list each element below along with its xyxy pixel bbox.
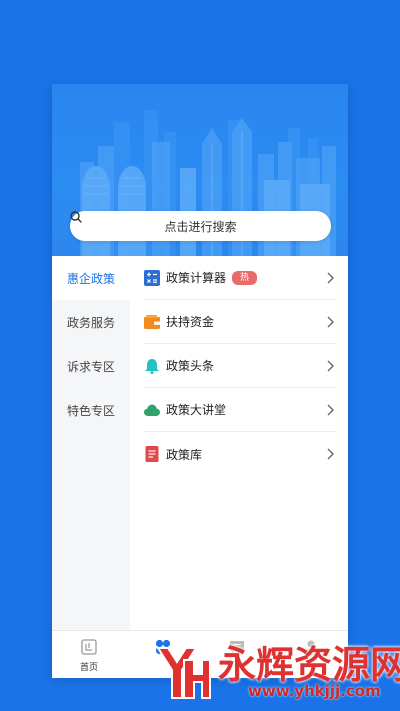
- watermark-logo: [156, 647, 211, 699]
- category-sidebar: 惠企政策 政务服务 诉求专区 特色专区: [52, 256, 130, 630]
- sidebar-item-featured[interactable]: 特色专区: [52, 388, 130, 432]
- home-icon: [81, 639, 97, 655]
- search-icon: [70, 211, 82, 223]
- tab-label: 首页: [79, 663, 98, 673]
- sidebar-item-label: 政务服务: [66, 315, 115, 330]
- chevron-right-icon: [327, 316, 334, 328]
- sidebar-item-label: 诉求专区: [66, 359, 115, 374]
- chevron-right-icon: [327, 404, 334, 416]
- list-item-support-funds[interactable]: 扶持资金: [144, 300, 336, 344]
- list-item-policy-library[interactable]: 政策库: [144, 432, 336, 476]
- app-screen: 点击进行搜索 惠企政策 政务服务 诉求专区 特色专区 政策计算器 热 扶持资金 …: [52, 84, 348, 678]
- list-item-policy-calculator[interactable]: 政策计算器 热: [144, 256, 336, 300]
- list-item-label: 扶持资金: [166, 315, 215, 329]
- policy-menu-list: 政策计算器 热 扶持资金 政策头条 政策大讲堂 政策库: [130, 256, 348, 476]
- sidebar-item-government-services[interactable]: 政务服务: [52, 300, 130, 344]
- search-placeholder: 点击进行搜索: [164, 219, 237, 234]
- sidebar-item-appeals[interactable]: 诉求专区: [52, 344, 130, 388]
- list-item-label: 政策计算器: [166, 271, 227, 285]
- watermark-url: www.yhkjjj.com: [248, 682, 381, 700]
- calculator-icon: [144, 269, 160, 286]
- hero-banner: 点击进行搜索: [52, 84, 348, 256]
- list-item-label: 政策大讲堂: [166, 403, 227, 417]
- document-icon: [145, 446, 159, 462]
- list-item-policy-headlines[interactable]: 政策头条: [144, 344, 336, 388]
- watermark-title: 永辉资源网: [218, 643, 400, 687]
- wallet-icon: [144, 314, 160, 329]
- list-item-policy-lecture[interactable]: 政策大讲堂: [144, 388, 336, 432]
- bell-icon: [145, 358, 159, 374]
- watermark: 永辉资源网 www.yhkjjj.com: [150, 634, 400, 706]
- sidebar-item-label: 惠企政策: [66, 271, 115, 286]
- list-item-label: 政策库: [166, 447, 203, 462]
- list-item-label: 政策头条: [166, 359, 215, 373]
- hot-badge: 热: [232, 270, 258, 285]
- chevron-right-icon: [327, 360, 334, 372]
- search-bar[interactable]: 点击进行搜索: [70, 211, 331, 241]
- cloud-icon: [144, 404, 160, 416]
- tab-home[interactable]: 首页: [52, 631, 126, 678]
- chevron-right-icon: [327, 272, 334, 284]
- sidebar-item-label: 特色专区: [66, 403, 115, 418]
- chevron-right-icon: [327, 448, 334, 460]
- sidebar-item-policy[interactable]: 惠企政策: [52, 256, 130, 300]
